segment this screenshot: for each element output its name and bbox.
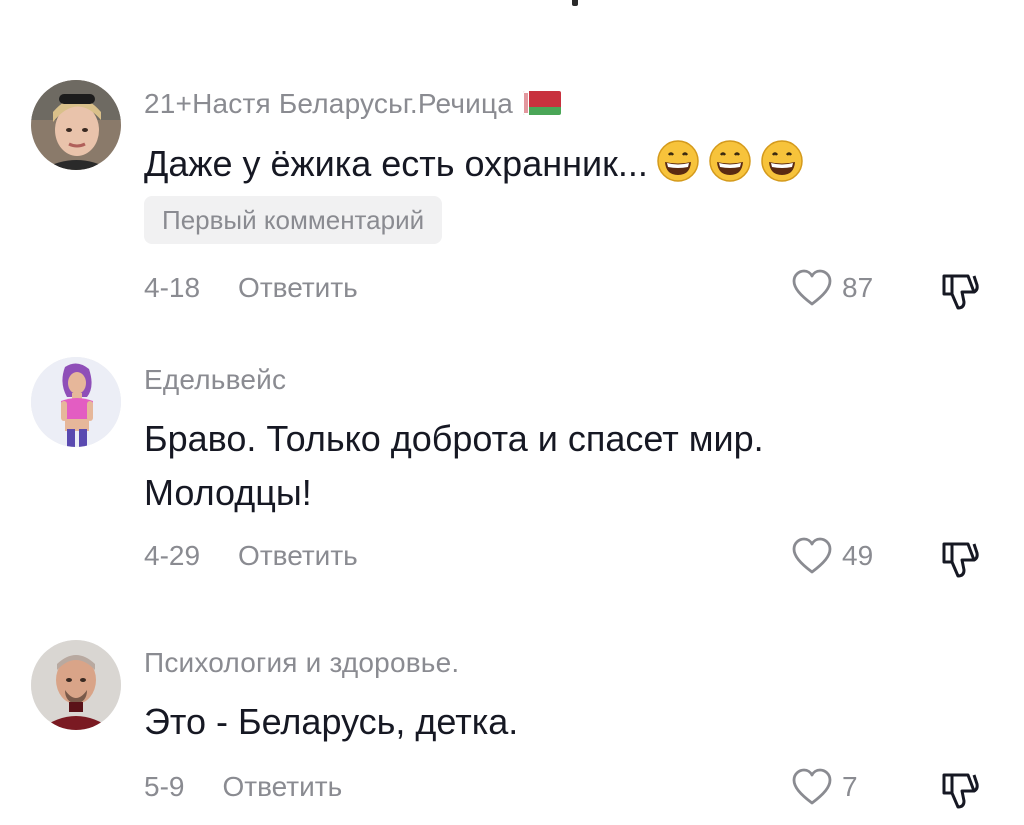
avatar[interactable] xyxy=(31,357,121,447)
username-text: 21+Настя Беларусьг.Речица xyxy=(144,88,514,119)
thumbs-down-icon xyxy=(942,274,979,310)
comment-date: 5-9 xyxy=(144,771,185,802)
grinning-face-icon xyxy=(656,139,700,183)
comment-text: Даже у ёжика есть охранник... xyxy=(144,137,864,191)
user-avatar-photo xyxy=(31,357,121,447)
thumbs-down-icon xyxy=(942,542,979,578)
reply-button[interactable]: Ответить xyxy=(238,272,358,304)
avatar[interactable] xyxy=(31,640,121,730)
like-button[interactable]: 87 xyxy=(790,268,873,308)
comment-username[interactable]: Едельвейс xyxy=(144,364,286,396)
comment-text: Это - Беларусь, детка. xyxy=(144,701,519,742)
thumbs-down-icon xyxy=(942,773,979,809)
comment-meta: 5-9 Ответить xyxy=(144,771,342,803)
comment-meta: 4-29 Ответить xyxy=(144,540,358,572)
comment-username[interactable]: Психология и здоровье. xyxy=(144,647,459,679)
dislike-button[interactable] xyxy=(938,536,982,580)
heart-icon xyxy=(792,537,832,574)
like-button[interactable]: 49 xyxy=(790,536,873,576)
grinning-face-icon xyxy=(760,139,804,183)
belarus-flag-icon xyxy=(523,91,562,115)
user-avatar-photo xyxy=(31,80,121,170)
like-count: 7 xyxy=(842,771,858,802)
like-count: 49 xyxy=(842,540,874,571)
scroll-edge-fragment xyxy=(572,0,578,6)
reply-button[interactable]: Ответить xyxy=(238,540,358,572)
like-button[interactable]: 7 xyxy=(790,767,858,807)
dislike-button[interactable] xyxy=(938,767,982,811)
user-avatar-photo xyxy=(31,640,121,730)
avatar[interactable] xyxy=(31,80,121,170)
comment-meta: 4-18 Ответить xyxy=(144,272,358,304)
reply-button[interactable]: Ответить xyxy=(222,771,342,803)
comment-date: 4-29 xyxy=(144,540,201,571)
dislike-button[interactable] xyxy=(938,268,982,312)
first-comment-badge: Первый комментарий xyxy=(144,196,443,244)
heart-icon xyxy=(792,269,832,306)
like-count: 87 xyxy=(842,272,874,303)
heart-icon xyxy=(792,768,832,805)
comment-date: 4-18 xyxy=(144,272,201,303)
comment-username[interactable]: 21+Настя Беларусьг.Речица xyxy=(144,88,562,120)
grinning-face-icon xyxy=(708,139,752,183)
comment-text: Браво. Только доброта и спасет мир. Моло… xyxy=(144,418,764,513)
